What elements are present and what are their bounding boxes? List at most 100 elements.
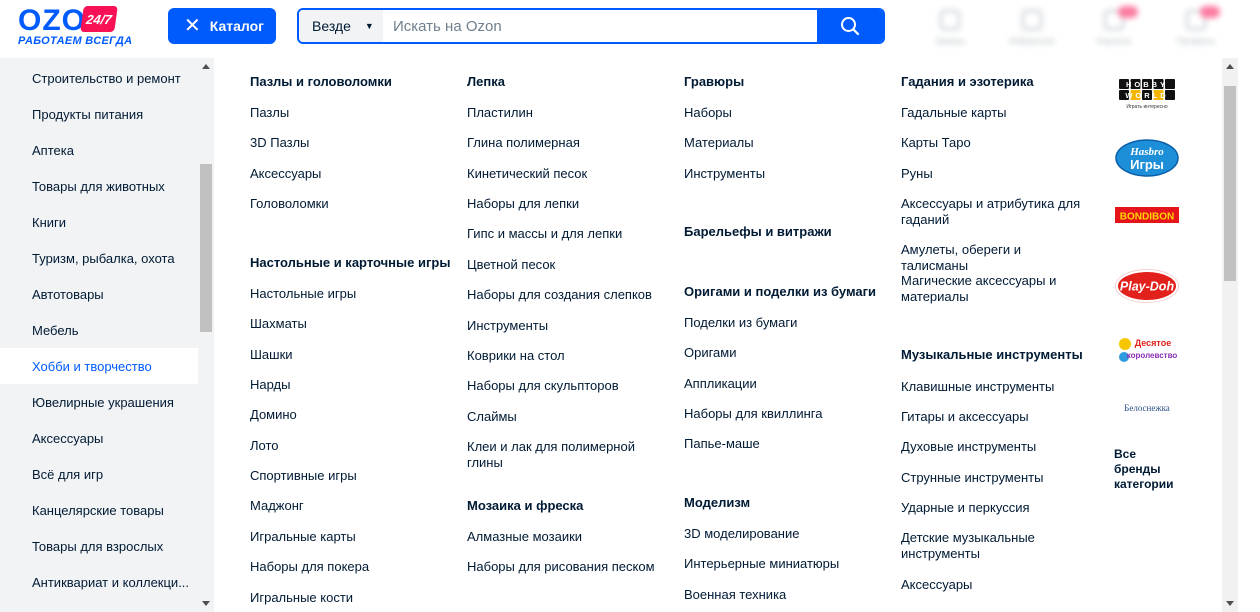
bondibon-logo[interactable]: BONDIBON [1114,204,1180,226]
sidebar-item[interactable]: Аптека [0,132,198,168]
scroll-up-arrow-icon[interactable] [1226,64,1234,69]
subcategory-link[interactable]: Наборы для лепки [467,196,672,212]
profile-button[interactable]: Профиль [1166,6,1226,50]
subcategory-link[interactable]: Спортивные игры [250,468,450,484]
subcategory-link[interactable]: Игральные кости [250,590,450,606]
subcategory-link[interactable]: Духовые инструменты [901,439,1086,455]
subcategory-link[interactable]: Папье-маше [684,436,884,452]
subcategory-link[interactable]: Магические аксессуары и материалы [901,273,1086,305]
subcategory-link[interactable]: Гадальные карты [901,105,1086,121]
subcategory-link[interactable]: 3D моделирование [684,526,884,542]
subcategory-link[interactable]: Материалы [684,135,884,151]
search-input[interactable] [383,10,817,42]
group-title[interactable]: Музыкальные инструменты [901,347,1083,362]
subcategory-link[interactable]: Аксессуары [901,577,1086,593]
sidebar-item[interactable]: Хобби и творчество [0,348,198,384]
subcategory-link[interactable]: Амулеты, обереги и талисманы [901,242,1086,274]
subcategory-link[interactable]: Наборы для скульпторов [467,378,672,394]
group-title[interactable]: Гадания и эзотерика [901,74,1034,89]
subcategory-link[interactable]: Игральные карты [250,529,450,545]
subcategory-link[interactable]: Интерьерные миниатюры [684,556,884,572]
subcategory-link[interactable]: Струнные инструменты [901,470,1086,486]
scroll-down-arrow-icon[interactable] [1226,601,1234,606]
sidebar-item[interactable]: Всё для игр [0,456,198,492]
orders-button[interactable]: Заказы [920,6,980,50]
subcategory-link[interactable]: Кинетический песок [467,166,672,182]
subcategory-link[interactable]: Гипс и массы и для лепки [467,226,672,242]
subcategory-link[interactable]: Шашки [250,347,450,363]
all-brands-link[interactable]: Все бренды категории [1114,447,1184,492]
group-title[interactable]: Лепка [467,74,505,89]
sidebar-item[interactable]: Мебель [0,312,198,348]
group-title[interactable]: Гравюры [684,74,744,89]
sidebar-item[interactable]: Туризм, рыбалка, охота [0,240,198,276]
subcategory-link[interactable]: Руны [901,166,1086,182]
search-button[interactable] [817,10,883,42]
favorites-button[interactable]: Избранное [1002,6,1062,50]
subcategory-link[interactable]: 3D Пазлы [250,135,450,151]
subcategory-link[interactable]: Клавишные инструменты [901,379,1086,395]
subcategory-link[interactable]: Головоломки [250,196,450,212]
subcategory-link[interactable]: Пластилин [467,105,672,121]
subcategory-link[interactable]: Гитары и аксессуары [901,409,1086,425]
hobby-world-logo[interactable]: HOBBY WORLD Играть интересно [1114,76,1180,112]
subcategory-link[interactable]: Наборы [684,105,884,121]
scroll-down-arrow-icon[interactable] [202,601,210,606]
sidebar-item[interactable]: Антиквариат и коллекци... [0,564,198,600]
subcategory-link[interactable]: Аксессуары [250,166,450,182]
sidebar-item[interactable]: Автотовары [0,276,198,312]
hasbro-games-logo[interactable]: Hasbro Игры [1114,138,1180,178]
panel-scrollbar-thumb[interactable] [1224,86,1236,281]
subcategory-link[interactable]: Глина полимерная [467,135,672,151]
subcategory-link[interactable]: Пазлы [250,105,450,121]
sidebar-item[interactable]: Канцелярские товары [0,492,198,528]
subcategory-link[interactable]: Наборы для рисования песком [467,559,672,575]
sidebar-item[interactable]: Продукты питания [0,96,198,132]
subcategory-link[interactable]: Оригами [684,345,884,361]
subcategory-link[interactable]: Шахматы [250,316,450,332]
subcategory-link[interactable]: Цветной песок [467,257,672,273]
catalog-button[interactable]: ✕ Каталог [168,8,276,44]
group-title[interactable]: Мозаика и фреска [467,498,583,513]
scroll-up-arrow-icon[interactable] [202,64,210,69]
sidebar-scrollbar-thumb[interactable] [200,164,212,332]
subcategory-link[interactable]: Лото [250,438,450,454]
search-scope-select[interactable]: Везде ▼ [299,10,383,42]
subcategory-link[interactable]: Алмазные мозаики [467,529,672,545]
subcategory-link[interactable]: Аппликации [684,376,884,392]
panel-scrollbar[interactable] [1222,58,1238,612]
subcategory-link[interactable]: Маджонг [250,498,450,514]
subcategory-link[interactable]: Клеи и лак для полимерной глины [467,439,672,471]
sidebar-item[interactable]: Ювелирные украшения [0,384,198,420]
subcategory-link[interactable]: Поделки из бумаги [684,315,884,331]
play-doh-logo[interactable]: Play-Doh [1114,268,1180,304]
subcategory-link[interactable]: Ударные и перкуссия [901,500,1086,516]
group-title[interactable]: Пазлы и головоломки [250,74,392,89]
subcategory-link[interactable]: Детские музыкальные инструменты [901,530,1086,562]
group-title[interactable]: Барельефы и витражи [684,224,832,239]
subcategory-link[interactable]: Коврики на стол [467,348,672,364]
subcategory-link[interactable]: Наборы для создания слепков [467,287,672,303]
subcategory-link[interactable]: Слаймы [467,409,672,425]
subcategory-link[interactable]: Инструменты [467,318,672,334]
sidebar-item[interactable]: Аксессуары [0,420,198,456]
group-title[interactable]: Оригами и поделки из бумаги [684,284,876,299]
subcategory-link[interactable]: Настольные игры [250,286,450,302]
subcategory-link[interactable]: Военная техника [684,587,884,603]
subcategory-link[interactable]: Инструменты [684,166,884,182]
sidebar-item[interactable]: Книги [0,204,198,240]
subcategory-link[interactable]: Аксессуары и атрибутика для гаданий [901,196,1086,228]
belosnezhka-logo[interactable]: Белоснежка [1114,394,1180,420]
sidebar-item[interactable]: Товары для животных [0,168,198,204]
cart-button[interactable]: Корзина [1084,6,1144,50]
sidebar-item[interactable]: Строительство и ремонт [0,60,198,96]
group-title[interactable]: Настольные и карточные игры [250,255,450,270]
desyatoe-korolevstvo-logo[interactable]: Десятое королевство [1114,330,1180,366]
subcategory-link[interactable]: Нарды [250,377,450,393]
subcategory-link[interactable]: Домино [250,407,450,423]
group-title[interactable]: Моделизм [684,495,750,510]
sidebar-scrollbar[interactable] [198,58,214,612]
subcategory-link[interactable]: Наборы для покера [250,559,450,575]
subcategory-link[interactable]: Карты Таро [901,135,1086,151]
subcategory-link[interactable]: Наборы для квиллинга [684,406,884,422]
